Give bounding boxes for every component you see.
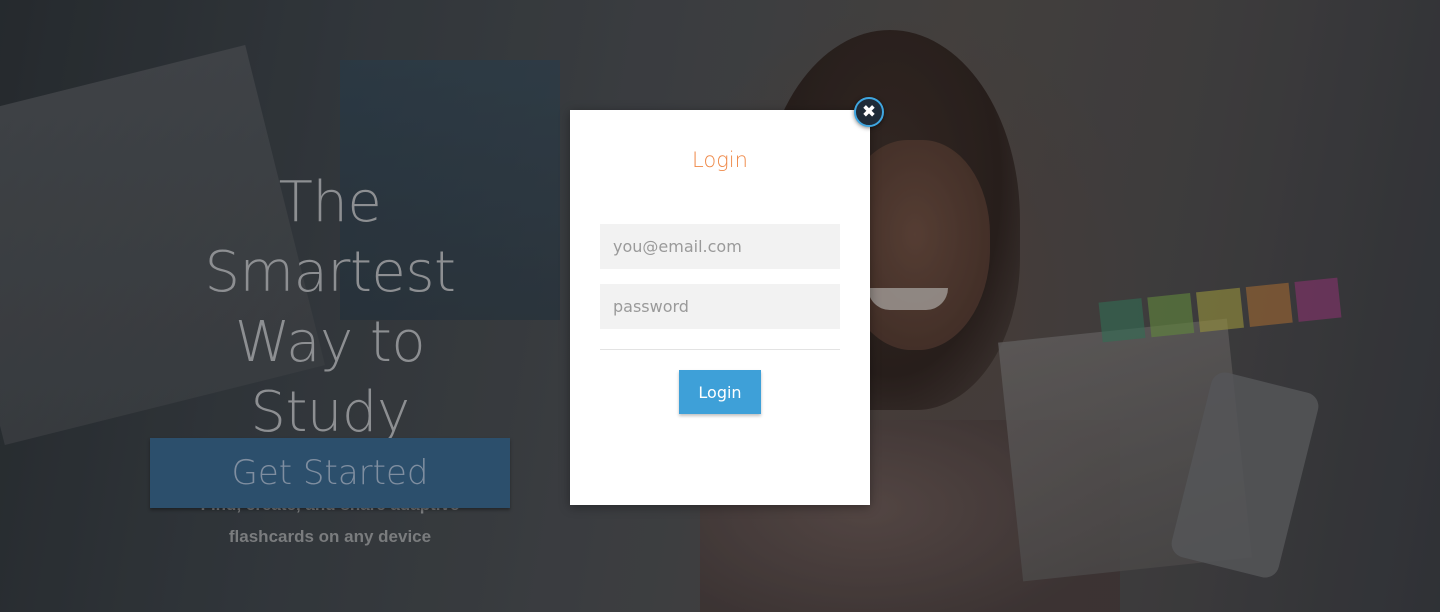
login-modal: Login Login bbox=[570, 110, 870, 505]
close-icon: ✖ bbox=[861, 102, 877, 122]
hero-title-line-2: Way to Study bbox=[234, 310, 426, 445]
email-field[interactable] bbox=[600, 224, 840, 269]
page-background: The Smartest Way to Study Find, create, … bbox=[0, 0, 1440, 612]
login-submit-button[interactable]: Login bbox=[679, 370, 761, 414]
password-field[interactable] bbox=[600, 284, 840, 329]
get-started-button[interactable]: Get Started bbox=[150, 438, 510, 508]
close-modal-button[interactable]: ✖ bbox=[854, 97, 884, 127]
hero-subtitle-line-2: flashcards on any device bbox=[228, 527, 432, 546]
login-modal-divider bbox=[600, 349, 840, 350]
hero-title: The Smartest Way to Study bbox=[150, 168, 510, 448]
hero-title-line-1: The Smartest bbox=[204, 170, 456, 305]
login-modal-title: Login bbox=[692, 148, 748, 172]
